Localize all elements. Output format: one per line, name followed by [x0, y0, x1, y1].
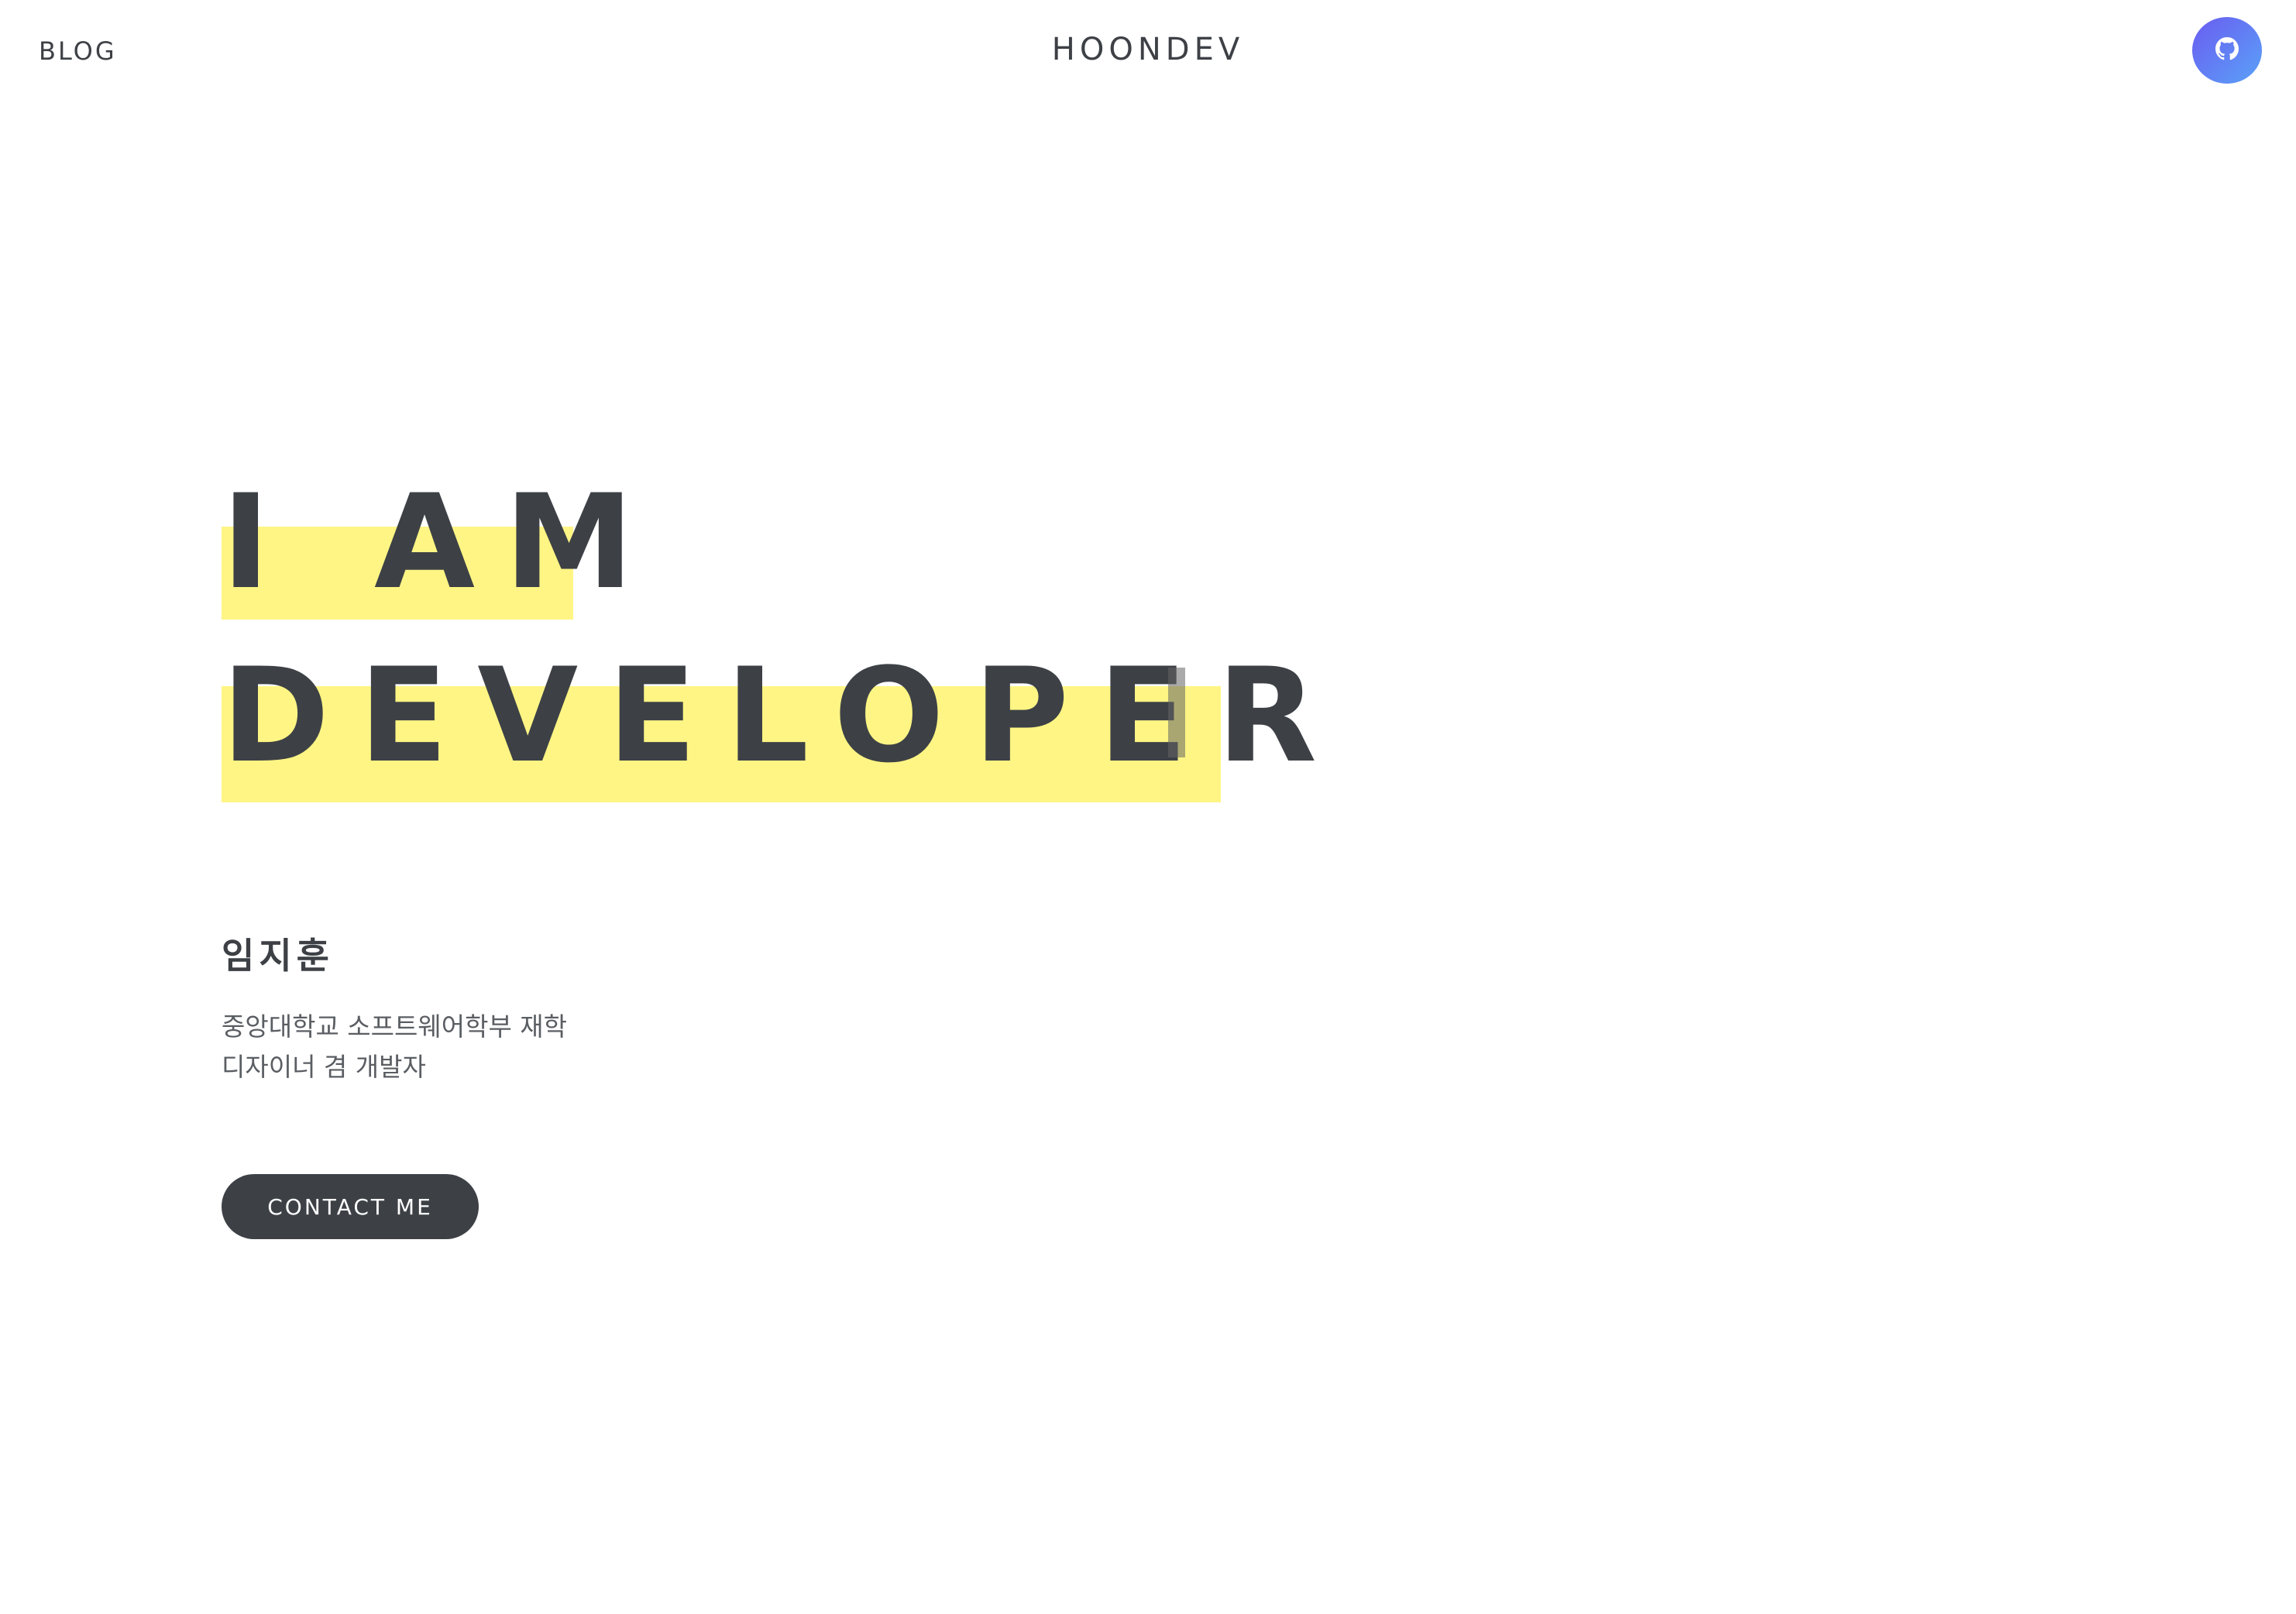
profile-name: 임지훈	[222, 935, 334, 977]
blog-link[interactable]: BLOG	[39, 31, 117, 71]
github-icon	[2215, 37, 2239, 64]
site-title[interactable]: HOONDEV	[1052, 28, 1244, 71]
description-line-1: 중앙대학교 소프트웨어학부 재학	[222, 1011, 568, 1042]
hero-line-2: DEVELOPER	[222, 651, 1346, 802]
description-line-2: 디자이너 겸 개발자	[222, 1052, 426, 1082]
typing-cursor	[1168, 668, 1185, 757]
github-button[interactable]	[2192, 17, 2262, 84]
hero-line-1: I AM	[222, 466, 664, 620]
hero-title-line-1: I AM	[222, 466, 664, 618]
contact-me-button[interactable]: CONTACT ME	[222, 1174, 479, 1239]
profile-description: 중앙대학교 소프트웨어학부 재학 디자이너 겸 개발자	[222, 1007, 567, 1087]
